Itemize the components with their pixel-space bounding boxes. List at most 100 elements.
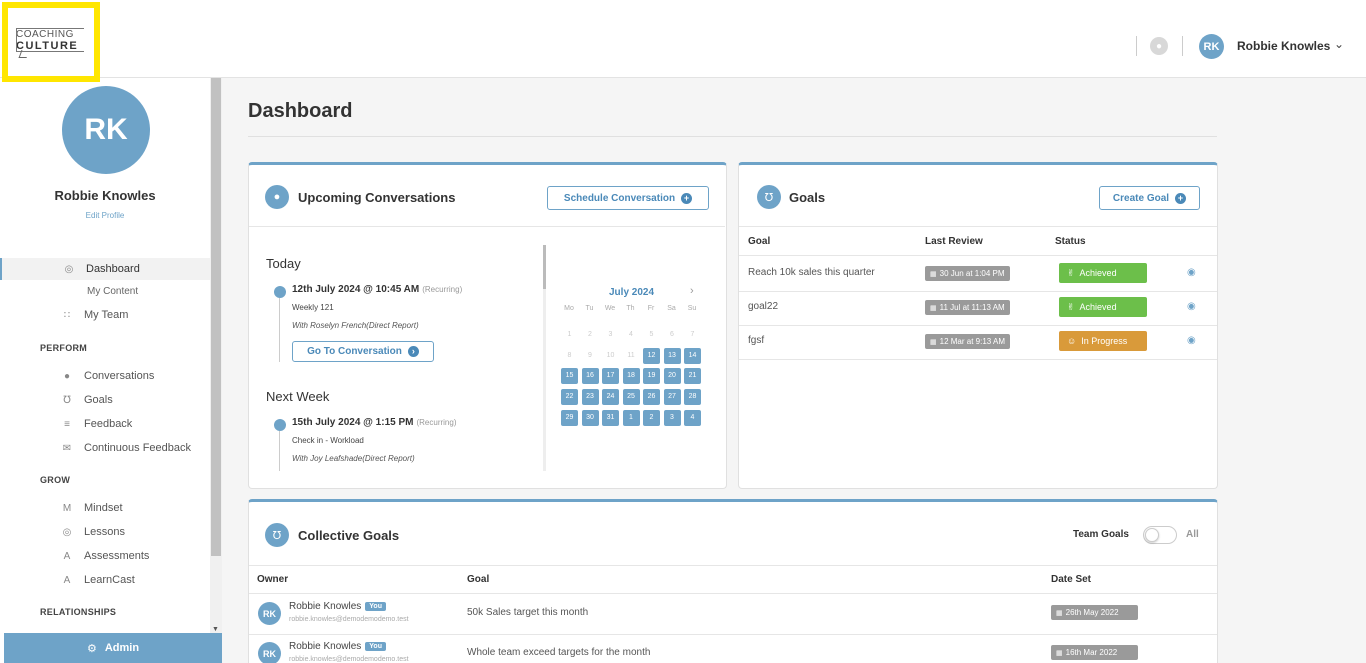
- column-header-status: Status: [1055, 236, 1086, 247]
- calendar-day[interactable]: 27: [663, 389, 681, 406]
- notification-bell-icon[interactable]: ●: [1150, 37, 1168, 55]
- date-text: 15th July 2024 @ 1:15 PM: [292, 417, 414, 428]
- calendar-day[interactable]: 12: [643, 347, 660, 364]
- calendar-day[interactable]: 4: [684, 409, 701, 426]
- calendar-day[interactable]: 3: [663, 409, 681, 426]
- timeline-line: [279, 298, 280, 362]
- team-goals-toggle[interactable]: [1143, 526, 1177, 544]
- sidebar-item-continuous-feedback[interactable]: ✉ Continuous Feedback: [0, 437, 210, 459]
- owner-avatar: RK: [258, 602, 281, 625]
- sidebar-item-mindset[interactable]: M Mindset: [0, 497, 210, 519]
- calendar-icon: ▦: [930, 304, 937, 312]
- team-goals-label: Team Goals: [1073, 529, 1129, 540]
- eye-icon[interactable]: ◉: [1187, 267, 1196, 278]
- status-text: Achieved: [1079, 302, 1117, 312]
- calendar-next-icon[interactable]: ›: [690, 285, 694, 297]
- sidebar-scrollbar[interactable]: ▼: [210, 78, 222, 633]
- eye-icon[interactable]: ◉: [1187, 335, 1196, 346]
- you-badge: You: [365, 602, 386, 611]
- coaching-culture-logo[interactable]: COACHING CULTURE: [16, 28, 88, 58]
- table-rule: [739, 291, 1217, 292]
- calendar-day[interactable]: 31: [602, 409, 619, 426]
- assessments-icon: A: [63, 550, 71, 562]
- owner-name-text: Robbie Knowles: [289, 641, 362, 652]
- last-review-text: 30 Jun at 1:04 PM: [939, 269, 1005, 278]
- calendar-day[interactable]: 25: [622, 389, 640, 406]
- edit-profile-link[interactable]: Edit Profile: [0, 211, 210, 220]
- calendar-day[interactable]: 21: [684, 368, 701, 385]
- status-badge: ☺ In Progress: [1059, 331, 1147, 351]
- sidebar-item-assessments[interactable]: A Assessments: [0, 545, 210, 567]
- sidebar-item-goals[interactable]: ℧ Goals: [0, 389, 210, 411]
- last-review-text: 12 Mar at 9:13 AM: [939, 337, 1005, 346]
- go-to-conversation-button[interactable]: Go To Conversation ›: [292, 341, 434, 362]
- calendar-day[interactable]: 2: [643, 409, 660, 426]
- calendar-month: July 2024: [609, 287, 655, 298]
- column-header-owner: Owner: [257, 574, 289, 585]
- sidebar-item-feedback[interactable]: ≡ Feedback: [0, 413, 210, 435]
- calendar-day[interactable]: 16: [581, 368, 599, 385]
- sidebar-item-learncast[interactable]: A LearnCast: [0, 569, 210, 591]
- owner-email: robbie.knowles@demodemodemo.test: [289, 616, 409, 623]
- toggle-knob: [1145, 528, 1159, 542]
- user-menu-name[interactable]: Robbie Knowles: [1237, 39, 1330, 53]
- sidebar-item-conversations[interactable]: ● Conversations: [0, 365, 210, 387]
- scrollbar-thumb[interactable]: [543, 245, 546, 289]
- conversation-list-scrollbar[interactable]: [543, 245, 546, 471]
- calendar-day[interactable]: 19: [643, 368, 660, 385]
- calendar-day[interactable]: 23: [581, 389, 599, 406]
- calendar-day[interactable]: 13: [663, 347, 681, 364]
- sidebar: RK Robbie Knowles Edit Profile ◎ Dashboar…: [0, 78, 210, 663]
- calendar-day[interactable]: 24: [602, 389, 619, 406]
- arrow-circle-icon: ›: [407, 346, 419, 357]
- smile-icon: ☺: [1067, 336, 1077, 346]
- goal-name: goal22: [748, 301, 779, 312]
- user-avatar[interactable]: RK: [1199, 34, 1224, 59]
- logo-highlight[interactable]: COACHING CULTURE: [2, 2, 100, 82]
- calendar-day[interactable]: 15: [561, 368, 578, 385]
- button-label: Schedule Conversation: [563, 192, 676, 204]
- thumbs-up-icon: ✌: [1067, 301, 1075, 312]
- thumbs-up-icon: ✌: [1067, 267, 1075, 278]
- calendar-day[interactable]: 1: [622, 409, 640, 426]
- calendar-day[interactable]: 17: [602, 368, 619, 385]
- sidebar-item-lessons[interactable]: ◎ Lessons: [0, 521, 210, 543]
- scroll-down-icon[interactable]: ▼: [212, 626, 219, 633]
- sidebar-item-dashboard[interactable]: ◎ Dashboard: [0, 258, 210, 280]
- profile-name: Robbie Knowles: [54, 188, 156, 203]
- admin-label: Admin: [104, 642, 140, 654]
- conversation-with: With Joy Leafshade(Direct Report): [292, 454, 415, 463]
- scrollbar-thumb[interactable]: [211, 78, 221, 556]
- status-badge: ✌ Achieved: [1059, 297, 1147, 317]
- sidebar-item-label: Mindset: [84, 502, 123, 514]
- timeline-line: [279, 431, 280, 471]
- eye-icon[interactable]: ◉: [1187, 301, 1196, 312]
- conversation-date: 15th July 2024 @ 1:15 PM (Recurring): [292, 417, 457, 428]
- calendar-day[interactable]: 18: [622, 368, 640, 385]
- owner-avatar: RK: [258, 642, 281, 663]
- collective-goal-text: 50k Sales target this month: [467, 607, 589, 618]
- column-header-date-set: Date Set: [1051, 574, 1092, 585]
- sidebar-item-my-team[interactable]: ∷ My Team: [0, 304, 210, 326]
- calendar-day[interactable]: 20: [663, 368, 681, 385]
- card-title: Collective Goals: [298, 528, 400, 543]
- lessons-icon: ◎: [62, 526, 72, 538]
- chat-icon: ●: [63, 370, 71, 382]
- schedule-conversation-button[interactable]: Schedule Conversation +: [547, 186, 709, 210]
- calendar-day[interactable]: 22: [561, 389, 578, 406]
- calendar-icon: ▦: [930, 338, 937, 346]
- last-review-badge: ▦ 30 Jun at 1:04 PM: [925, 266, 1010, 281]
- calendar-day[interactable]: 28: [684, 389, 701, 406]
- section-perform: PERFORM: [40, 343, 88, 353]
- sidebar-item-my-content[interactable]: My Content: [87, 286, 138, 297]
- create-goal-button[interactable]: Create Goal +: [1099, 186, 1200, 210]
- calendar-day[interactable]: 30: [581, 409, 599, 426]
- table-rule: [739, 255, 1217, 256]
- calendar-weekday: Th: [626, 305, 635, 312]
- table-rule: [249, 634, 1217, 635]
- calendar-day[interactable]: 26: [643, 389, 660, 406]
- calendar-day[interactable]: 29: [561, 409, 578, 426]
- calendar-day[interactable]: 14: [684, 347, 701, 364]
- chevron-down-icon[interactable]: ⌄: [1334, 37, 1344, 51]
- admin-button[interactable]: ⚙ Admin: [4, 633, 222, 663]
